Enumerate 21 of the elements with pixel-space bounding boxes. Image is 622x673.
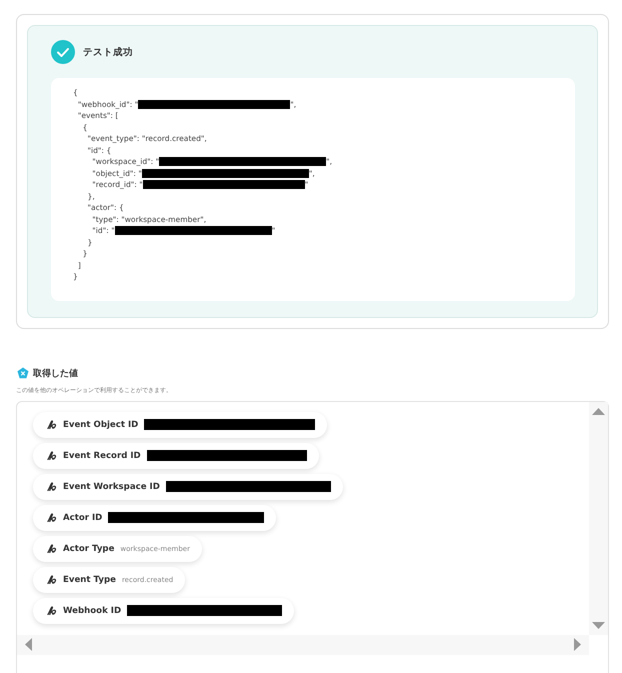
scroll-right-icon[interactable] xyxy=(574,638,581,651)
script-icon xyxy=(47,451,57,460)
value-chip[interactable]: Webhook ID xyxy=(33,598,294,624)
scroll-left-icon[interactable] xyxy=(25,638,32,651)
section-title: 取得した値 xyxy=(33,368,78,380)
value-chip[interactable]: Event Object ID xyxy=(33,412,328,438)
variable-badge-icon xyxy=(17,367,29,379)
script-icon xyxy=(47,513,57,522)
script-icon xyxy=(47,575,57,584)
script-icon xyxy=(47,606,57,615)
script-icon xyxy=(47,482,57,491)
scroll-down-icon[interactable] xyxy=(592,622,605,628)
horizontal-scrollbar[interactable] xyxy=(17,634,589,654)
result-title: テスト成功 xyxy=(83,46,133,58)
value-chip[interactable]: Event Workspace ID xyxy=(33,474,343,500)
script-icon xyxy=(47,420,57,429)
value-chip[interactable]: Event Record ID xyxy=(33,442,319,468)
script-icon xyxy=(47,544,57,553)
value-chip[interactable]: Actor ID xyxy=(33,504,276,530)
scroll-up-icon[interactable] xyxy=(592,408,605,414)
vertical-scrollbar[interactable] xyxy=(589,402,608,634)
